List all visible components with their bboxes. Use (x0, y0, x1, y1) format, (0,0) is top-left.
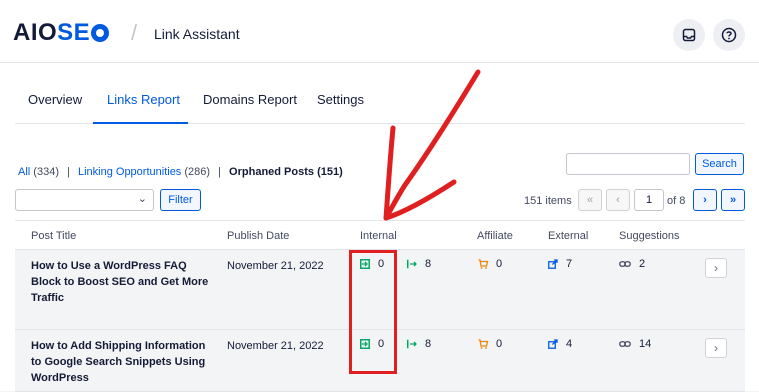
outbound-links[interactable]: 8 (407, 258, 431, 270)
inbox-icon (682, 28, 696, 42)
table-row: How to Add Shipping Information to Googl… (15, 330, 745, 392)
search-input[interactable] (566, 153, 690, 175)
help-icon (721, 27, 737, 43)
external-link-icon (548, 339, 558, 349)
title-separator: / (131, 20, 138, 45)
items-count: 151 items (524, 195, 572, 207)
tabs-area: Overview Links Report Domains Report Set… (0, 63, 759, 148)
outbound-link-icon (407, 339, 417, 349)
external-links[interactable]: 7 (548, 258, 572, 270)
chevron-down-icon: ⌄ (137, 193, 147, 205)
last-page-button[interactable]: » (721, 189, 745, 211)
tab-overview[interactable]: Overview (28, 92, 82, 107)
link-icon (619, 341, 631, 347)
filter-divider: | (218, 166, 221, 178)
col-external: External (548, 230, 589, 242)
aioseo-logo: AIO SE (13, 19, 110, 46)
suggestions[interactable]: 2 (619, 258, 645, 270)
inbound-link-icon (360, 259, 370, 269)
filter-links: All (334) | Linking Opportunities (286) … (18, 166, 343, 178)
filter-button[interactable]: Filter (160, 189, 201, 211)
cart-icon (478, 339, 488, 349)
tab-settings[interactable]: Settings (317, 92, 364, 107)
row-details-button[interactable]: › (705, 338, 727, 358)
first-page-button[interactable]: « (578, 189, 602, 211)
col-internal: Internal (360, 230, 397, 242)
page-total: of 8 (667, 195, 686, 207)
search-button[interactable]: Search (695, 153, 744, 175)
filter-linking-opportunities[interactable]: Linking Opportunities (78, 166, 181, 178)
filter-linking-count: (286) (184, 166, 211, 178)
gear-icon (91, 24, 110, 42)
table-header: Post Title Publish Date Internal Affilia… (15, 220, 745, 250)
outbound-links[interactable]: 8 (407, 338, 431, 350)
next-page-button[interactable]: › (693, 189, 717, 211)
filter-all-count: (334) (33, 166, 59, 178)
external-link-icon (548, 259, 558, 269)
cart-icon (478, 259, 488, 269)
chevron-right-icon: › (714, 261, 718, 275)
col-publish-date[interactable]: Publish Date (227, 230, 289, 242)
table-row: How to Use a WordPress FAQ Block to Boos… (15, 250, 745, 330)
post-title[interactable]: How to Use a WordPress FAQ Block to Boos… (31, 258, 216, 306)
chevron-right-icon: › (714, 341, 718, 355)
inbound-links[interactable]: 0 (360, 258, 384, 270)
link-icon (619, 261, 631, 267)
top-bar: AIO SE / Link Assistant (0, 0, 759, 63)
filter-divider: | (67, 166, 70, 178)
inbound-link-icon (360, 339, 370, 349)
page-number-input[interactable]: 1 (634, 189, 664, 211)
publish-date: November 21, 2022 (227, 340, 324, 352)
help-button[interactable] (713, 19, 745, 51)
tab-links-report[interactable]: Links Report (107, 92, 180, 107)
affiliate-links[interactable]: 0 (478, 338, 502, 350)
bulk-action-select[interactable]: ⌄ (15, 189, 154, 211)
publish-date: November 21, 2022 (227, 260, 324, 272)
row-details-button[interactable]: › (705, 258, 727, 278)
inbound-links[interactable]: 0 (360, 338, 384, 350)
post-title[interactable]: How to Add Shipping Information to Googl… (31, 338, 216, 386)
suggestions[interactable]: 14 (619, 338, 651, 350)
logo-text-a: AIO (13, 19, 58, 46)
col-post-title[interactable]: Post Title (31, 230, 76, 242)
notifications-button[interactable] (673, 19, 705, 51)
filter-all[interactable]: All (18, 166, 30, 178)
filter-orphaned-posts[interactable]: Orphaned Posts (151) (229, 166, 343, 178)
outbound-link-icon (407, 259, 417, 269)
logo-text-b: SE (57, 19, 91, 46)
col-affiliate: Affiliate (477, 230, 513, 242)
affiliate-links[interactable]: 0 (478, 258, 502, 270)
col-suggestions: Suggestions (619, 230, 680, 242)
external-links[interactable]: 4 (548, 338, 572, 350)
active-tab-indicator (93, 122, 188, 124)
tab-domains-report[interactable]: Domains Report (203, 92, 297, 107)
prev-page-button[interactable]: ‹ (606, 189, 630, 211)
page-title: Link Assistant (154, 26, 240, 42)
